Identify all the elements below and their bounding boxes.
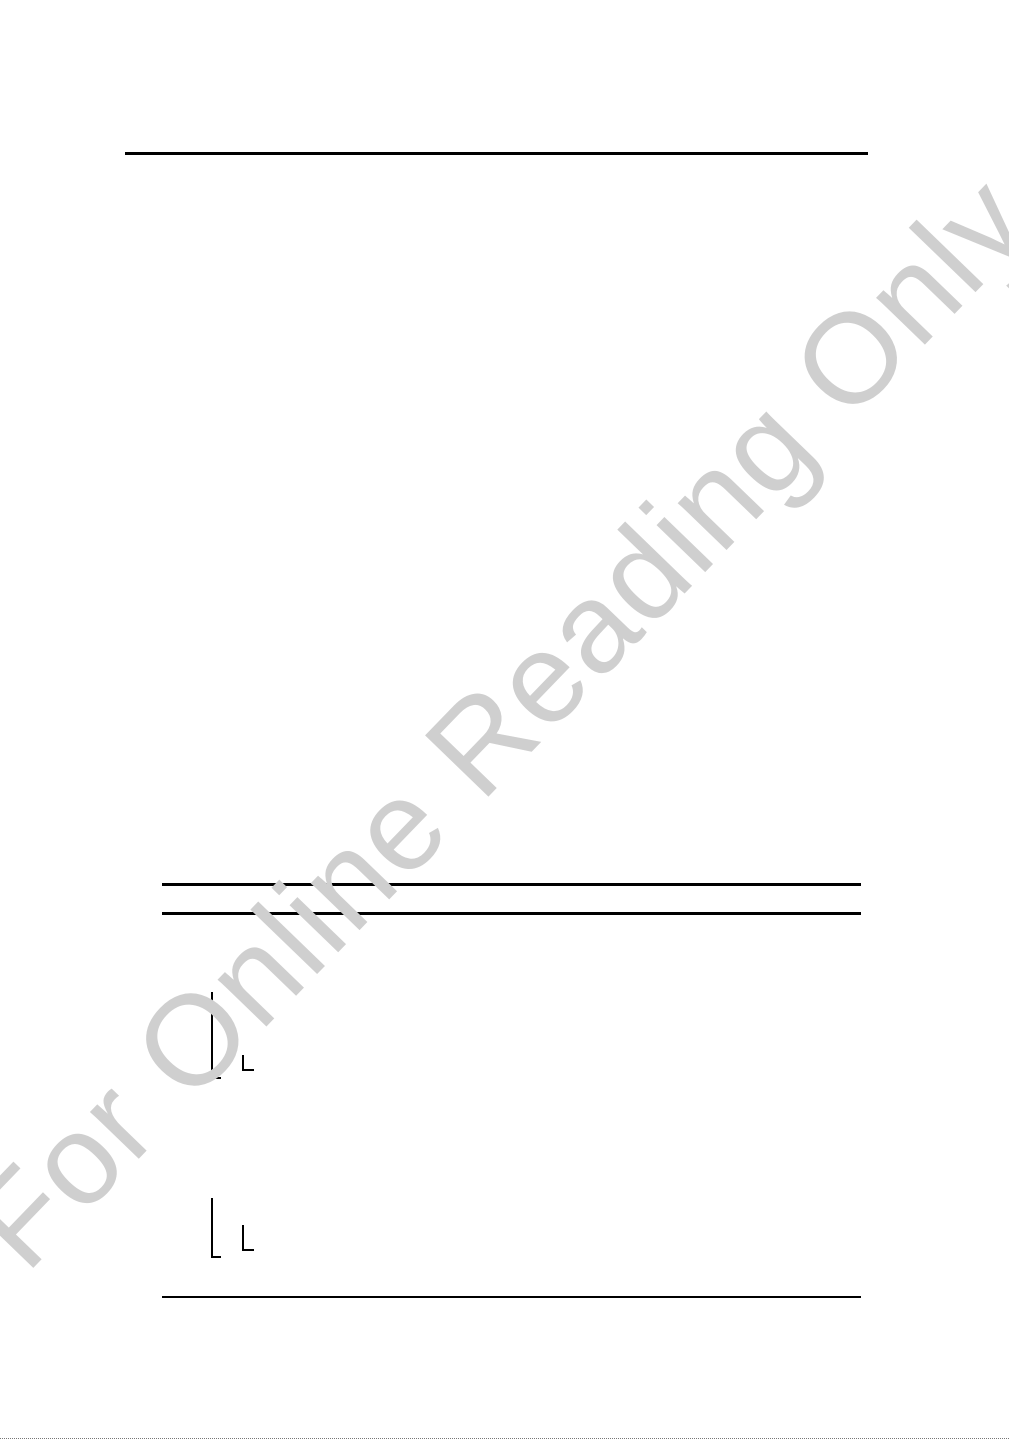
tree-bracket-inner — [242, 1225, 254, 1251]
watermark-text: For Online Reading Only — [0, 149, 1009, 1295]
page-bottom-edge — [0, 1438, 1009, 1439]
tree-bracket-outer — [211, 1198, 221, 1258]
document-page: For Online Reading Only — [0, 0, 1009, 1441]
header-rule — [125, 152, 868, 155]
table-header-rule — [162, 912, 861, 915]
tree-bracket-inner — [242, 1055, 254, 1071]
table-bottom-rule — [162, 1296, 861, 1298]
table-top-rule — [162, 883, 861, 886]
tree-bracket-outer — [211, 992, 221, 1079]
